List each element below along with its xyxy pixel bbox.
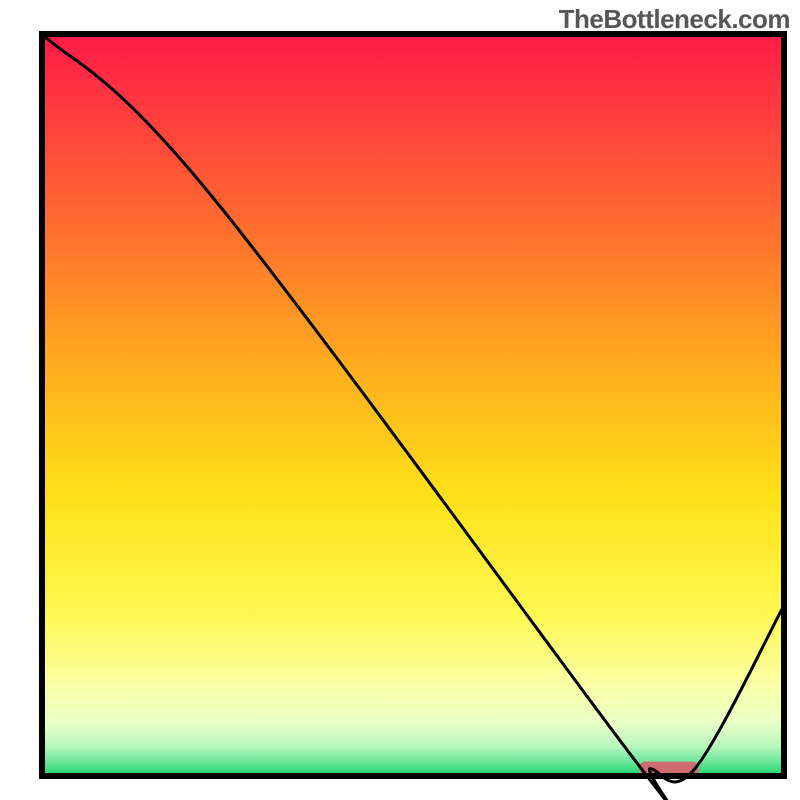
- chart-container: { "watermark": "TheBottleneck.com", "cha…: [0, 0, 800, 800]
- bottleneck-chart: [0, 0, 800, 800]
- watermark-text: TheBottleneck.com: [559, 4, 790, 35]
- plot-gradient-background: [42, 34, 784, 776]
